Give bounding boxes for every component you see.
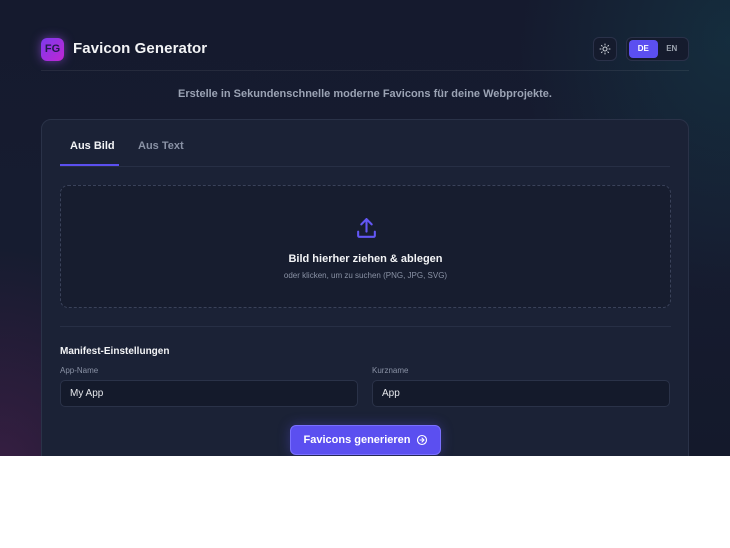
- app-name-label: App-Name: [60, 366, 99, 375]
- manifest-section-title: Manifest-Einstellungen: [60, 346, 170, 357]
- language-switch: DE EN: [626, 37, 689, 61]
- dropzone-title: Bild hierher ziehen & ablegen: [288, 253, 443, 265]
- upload-icon: [357, 218, 376, 238]
- sun-icon: [599, 43, 611, 55]
- active-tab-indicator: [60, 164, 119, 166]
- page-subtitle: Erstelle in Sekundenschnelle moderne Fav…: [178, 88, 552, 100]
- app-title: Favicon Generator: [73, 40, 208, 57]
- lang-de-button[interactable]: DE: [629, 40, 658, 58]
- generator-card: Aus Bild Aus Text Bild hierher ziehen & …: [41, 119, 689, 456]
- arrow-circle-right-icon: [416, 434, 427, 446]
- image-dropzone[interactable]: Bild hierher ziehen & ablegen oder klick…: [60, 185, 671, 308]
- logo: FG: [41, 38, 64, 61]
- short-name-label: Kurzname: [372, 366, 409, 375]
- generate-button-label: Favicons generieren: [303, 434, 411, 446]
- tab-bar: Aus Bild Aus Text: [60, 120, 670, 167]
- dropzone-hint: oder klicken, um zu suchen (PNG, JPG, SV…: [283, 271, 448, 280]
- theme-toggle-button[interactable]: [593, 37, 617, 61]
- short-name-input[interactable]: [372, 380, 670, 407]
- app-window: FG Favicon Generator DE EN Erstelle in S…: [0, 0, 730, 456]
- section-divider: [60, 326, 671, 327]
- tab-from-image[interactable]: Aus Bild: [70, 140, 115, 152]
- tab-from-text[interactable]: Aus Text: [138, 140, 184, 152]
- lang-en-button[interactable]: EN: [658, 40, 687, 58]
- app-name-input[interactable]: [60, 380, 358, 407]
- generate-favicons-button[interactable]: Favicons generieren: [290, 425, 441, 455]
- header: FG Favicon Generator DE EN: [41, 36, 689, 71]
